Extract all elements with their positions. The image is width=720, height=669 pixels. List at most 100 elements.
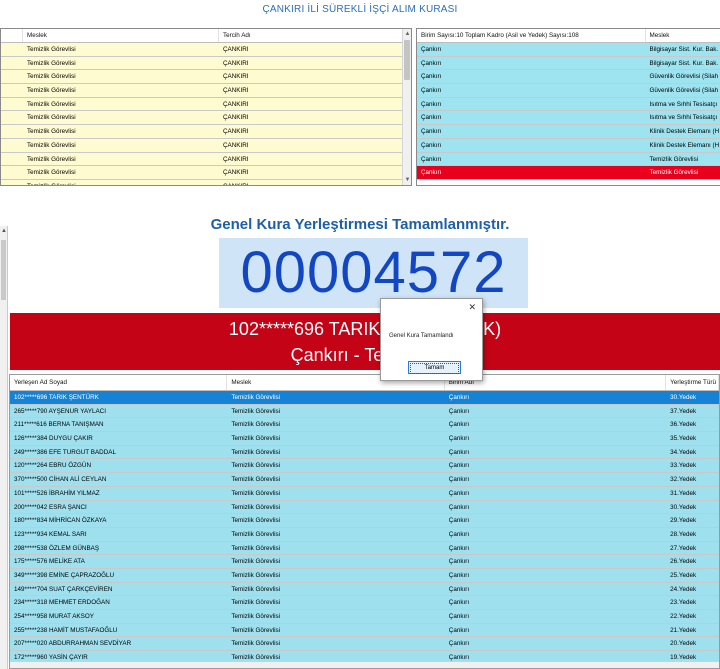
table-cell: 32.Yedek	[670, 476, 697, 484]
table-cell: Çankırı	[448, 585, 470, 593]
placement-grid-header: Yerleşen Ad Soyad Meslek Birim Adı Yerle…	[10, 375, 719, 391]
left-grid-scrollbar[interactable]: ▲ ▼	[402, 29, 411, 185]
table-cell: Çankırı	[421, 100, 442, 108]
header-yerlestirme[interactable]: Yerleştirme Türü	[666, 375, 719, 390]
table-row[interactable]: 149*****704 SUAT ÇARKÇEVİREN Temizlik Gör…	[10, 582, 719, 597]
right-grid-row[interactable]: Çankırı Bilgisayar Sist. Kur. Bak.	[417, 56, 720, 71]
table-cell: Çankırı	[448, 599, 470, 607]
table-cell: Temizlik Görevlisi	[231, 448, 281, 456]
table-cell: Temizlik Görevlisi	[231, 599, 281, 607]
table-row[interactable]: 123*****934 KEMAL SARI Temizlik Görevlisi…	[10, 527, 719, 542]
table-cell: 149*****704 SUAT ÇARKÇEVİREN	[14, 585, 113, 593]
table-row[interactable]: 234*****318 MEHMET ERDOĞAN Temizlik Görev…	[10, 596, 719, 610]
horizontal-scrollbar[interactable]	[10, 661, 719, 668]
table-row[interactable]: 254*****958 MURAT AKSOY Temizlik Görevlis…	[10, 610, 719, 624]
dialog-message: Genel Kura Tamamlandı	[389, 333, 454, 339]
ok-button[interactable]: Tamam	[408, 361, 461, 374]
table-row[interactable]: 255*****238 HAMİT MUSTAFAOĞLU Temizlik Gö…	[10, 623, 719, 638]
close-icon[interactable]: ✕	[468, 302, 476, 313]
header-yerlesen[interactable]: Yerleşen Ad Soyad	[10, 375, 228, 390]
table-cell: 123*****934 KEMAL SARI	[14, 530, 87, 538]
left-grid-row[interactable]: Temizlik GörevlisiÇANKIRI	[1, 111, 411, 126]
table-cell: Çankırı	[448, 489, 470, 497]
table-cell: 349*****398 EMİNE ÇAPRAZOĞLU	[14, 571, 115, 579]
table-cell: Temizlik Görevlisi	[231, 585, 281, 593]
table-cell: Çankırı	[421, 169, 442, 177]
left-grid-row[interactable]: Temizlik GörevlisiÇANKIRI	[1, 125, 411, 139]
winner-line-1: 102*****696 TARIK ŞE 3. YEDEK)	[228, 319, 502, 339]
right-grid-header-meslek[interactable]: Meslek	[646, 29, 720, 42]
table-row[interactable]: 101*****526 İBRAHİM YILMAZ Temizlik Görev…	[10, 486, 719, 501]
table-row[interactable]: 211*****616 BERNA TANIŞMAN Temizlik Görev…	[10, 418, 719, 433]
scroll-up-arrow-icon[interactable]: ▲	[0, 228, 8, 234]
right-grid-row[interactable]: Çankırı Güvenlik Görevlisi (Silah	[417, 84, 720, 98]
table-row[interactable]: 126*****384 DUYGU ÇAKIR Temizlik Görevlis…	[10, 432, 719, 446]
table-cell: Çankırı	[448, 626, 470, 634]
table-row[interactable]: 180*****834 MİHRİCAN ÖZKAYA Temizlik Göre…	[10, 514, 719, 528]
right-grid-row[interactable]: Çankırı Klinik Destek Elemanı (H	[417, 125, 720, 139]
row-indicator	[1, 125, 23, 138]
scroll-thumb[interactable]	[1, 240, 6, 300]
left-grid-row[interactable]: Temizlik GörevlisiÇANKIRI	[1, 70, 411, 85]
table-cell: Temizlik Görevlisi	[27, 73, 76, 81]
table-row[interactable]: 175*****576 MELİKE ATA Temizlik Görevlisi…	[10, 555, 719, 569]
left-grid-row[interactable]: Temizlik GörevlisiÇANKIRI	[1, 56, 411, 71]
table-cell: Temizlik Görevlisi	[231, 517, 281, 525]
table-row[interactable]: 207*****020 ABDURRAHMAN SEVDİYAR Temizlik…	[10, 637, 719, 652]
table-cell: Çankırı	[448, 558, 470, 566]
table-cell: 23.Yedek	[670, 599, 697, 607]
right-grid-header-birim[interactable]: Birim Sayısı:10 Toplam Kadro (Asil ve Ye…	[417, 29, 646, 42]
scroll-thumb[interactable]	[404, 40, 410, 80]
right-grid-row[interactable]: Çankırı Temizlik Görevlisi	[417, 166, 720, 180]
table-row[interactable]: 265*****790 AYŞENUR YAYLACI Temizlik Göre…	[10, 404, 719, 419]
table-row[interactable]: 102*****696 TARIK ŞENTÜRK Temizlik Görevl…	[10, 391, 719, 405]
table-row[interactable]: 298*****538 ÖZLEM GÜNBAŞ Temizlik Görevli…	[10, 541, 719, 556]
left-grid-header-tercih[interactable]: Tercih Adı	[219, 29, 404, 42]
row-indicator	[1, 70, 23, 83]
left-grid-row[interactable]: Temizlik GörevlisiÇANKIRI	[1, 179, 411, 185]
placement-grid[interactable]: Yerleşen Ad Soyad Meslek Birim Adı Yerle…	[9, 374, 720, 669]
left-grid-row[interactable]: Temizlik GörevlisiÇANKIRI	[1, 166, 411, 180]
left-grid-row[interactable]: Temizlik GörevlisiÇANKIRI	[1, 84, 411, 98]
left-grid[interactable]: Meslek Tercih Adı Temizlik Görevlisi ÇANK…	[0, 28, 412, 186]
row-indicator	[1, 166, 23, 179]
right-grid-row[interactable]: Çankırı Isıtma ve Sıhhi Tesisatçı	[417, 97, 720, 112]
table-row[interactable]: 249*****386 EFE TURGUT BADDAL Temizlik Gö…	[10, 445, 719, 460]
table-row[interactable]: 370*****500 CİHAN ALİ CEYLAN Temizlik Gör…	[10, 473, 719, 487]
right-grid[interactable]: Birim Sayısı:10 Toplam Kadro (Asil ve Ye…	[416, 28, 720, 186]
table-row[interactable]: 200*****042 ESRA ŞANCI Temizlik Görevlisi…	[10, 500, 719, 515]
placement-grid-rows: 102*****696 TARIK ŞENTÜRK Temizlik Görevl…	[10, 391, 719, 665]
scroll-down-arrow-icon[interactable]: ▼	[403, 175, 411, 185]
right-grid-row[interactable]: Çankırı Güvenlik Görevlisi (Silah	[417, 70, 720, 85]
table-cell: 126*****384 DUYGU ÇAKIR	[14, 435, 93, 443]
row-indicator	[1, 153, 23, 166]
right-grid-row[interactable]: Çankırı Isıtma ve Sıhhi Tesisatçı	[417, 111, 720, 126]
scroll-up-arrow-icon[interactable]: ▲	[403, 29, 411, 39]
table-row[interactable]: 120*****264 EBRU ÖZGÜN Temizlik Görevlisi…	[10, 459, 719, 474]
table-cell: ÇANKIRI	[219, 180, 404, 185]
table-cell: 265*****790 AYŞENUR YAYLACI	[14, 407, 106, 415]
table-cell: Temizlik Görevlisi	[231, 530, 281, 538]
right-grid-row[interactable]: Çankırı Klinik Destek Elemanı (H	[417, 138, 720, 153]
table-cell: Temizlik Görevlisi	[27, 46, 76, 53]
left-grid-row[interactable]: Temizlik GörevlisiÇANKIRI	[1, 97, 411, 112]
table-row[interactable]: 349*****398 EMİNE ÇAPRAZOĞLU Temizlik Gör…	[10, 568, 719, 583]
left-grid-row[interactable]: Temizlik GörevlisiÇANKIRI	[1, 138, 411, 153]
table-cell: 102*****696 TARIK ŞENTÜRK	[14, 394, 99, 401]
left-grid-header-meslek[interactable]: Meslek	[23, 29, 219, 42]
right-grid-row[interactable]: Çankırı Bilgisayar Sist. Kur. Bak.	[417, 43, 720, 57]
left-grid-row[interactable]: Temizlik GörevlisiÇANKIRI	[1, 43, 411, 57]
left-grid-row[interactable]: Temizlik GörevlisiÇANKIRI	[1, 152, 411, 167]
right-grid-rows: Çankırı Bilgisayar Sist. Kur. Bak. Çankırı…	[417, 43, 720, 180]
left-scrollbar[interactable]: ▲	[0, 226, 8, 669]
table-cell: ÇANKIRI	[223, 100, 249, 108]
table-cell: 180*****834 MİHRİCAN ÖZKAYA	[14, 517, 107, 525]
table-cell: 22.Yedek	[670, 613, 697, 620]
table-cell: Temizlik Görevlisi	[231, 626, 281, 634]
right-grid-row[interactable]: Çankırı Temizlik Görevlisi	[417, 152, 720, 167]
table-cell: 200*****042 ESRA ŞANCI	[14, 503, 87, 511]
table-cell: Temizlik Görevlisi	[231, 476, 281, 484]
table-cell: Çankırı	[421, 73, 442, 81]
table-cell: Isıtma ve Sıhhi Tesisatçı	[649, 100, 718, 108]
table-cell: Temizlik Görevlisi	[231, 640, 281, 648]
